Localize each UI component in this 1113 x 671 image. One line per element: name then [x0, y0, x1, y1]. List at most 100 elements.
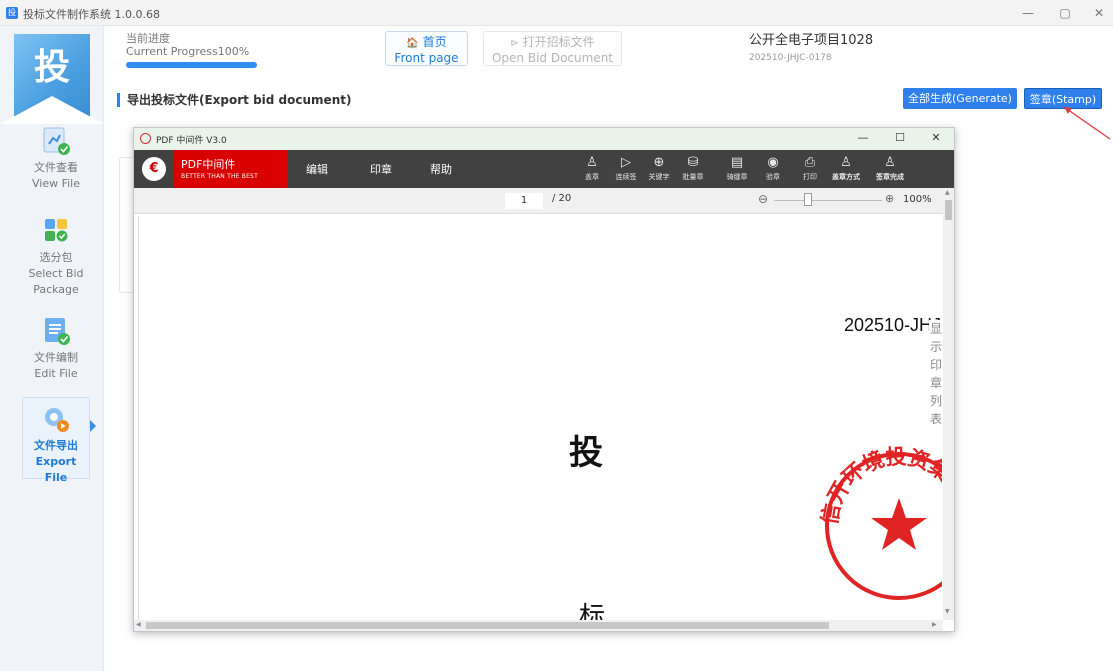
- vertical-scrollbar[interactable]: ▲ ▼: [943, 188, 954, 620]
- tool-stamp-mode[interactable]: ♙ 盖章方式: [832, 153, 860, 182]
- progress-label-en: Current Progress100%: [126, 45, 250, 58]
- tool-label: 盖章: [585, 173, 599, 181]
- pdf-brand-name: PDF中间件: [181, 158, 236, 171]
- zoom-slider-track[interactable]: [774, 200, 882, 201]
- menu-help[interactable]: 帮助: [430, 161, 452, 177]
- document-view-icon: [41, 126, 71, 156]
- seam-stamp-icon: ▤: [730, 155, 744, 170]
- pdf-titlebar: PDF 中间件 V3.0 — ☐ ✕: [134, 128, 954, 150]
- tool-label: 验章: [766, 173, 780, 181]
- nav-label-cn: 选分包: [39, 251, 73, 264]
- vertical-scroll-thumb[interactable]: [945, 200, 952, 220]
- page-total: / 20: [552, 193, 572, 204]
- document-title-char-2: 标: [579, 602, 606, 620]
- open-bid-label-cn: 打开招标文件: [522, 35, 595, 49]
- pdf-pager-bar: 1 / 20 ⊖ ⊕ 100%: [134, 188, 954, 214]
- pdf-window: PDF 中间件 V3.0 — ☐ ✕ € PDF中间件 BETTER THAN …: [133, 127, 955, 632]
- section-title: 导出投标文件(Export bid document): [117, 93, 351, 107]
- sidebar-item-export-file[interactable]: 文件导出 Export File: [22, 397, 96, 484]
- horizontal-scrollbar[interactable]: ◀ ▶: [134, 620, 943, 631]
- finish-stamp-icon: ♙: [884, 155, 896, 170]
- tool-keyword[interactable]: ⊕ 关键字: [647, 153, 671, 182]
- folder-icon: ⊳: [510, 38, 519, 49]
- stamp-person-icon: ♙: [586, 155, 598, 170]
- seal-text: 信开环境投资集团有: [819, 446, 942, 527]
- tool-finish-stamp[interactable]: ♙ 签章完成: [876, 153, 904, 182]
- app-icon: 投: [6, 7, 18, 19]
- home-icon: 🏠: [406, 38, 419, 49]
- progress-fill: [126, 62, 257, 68]
- pdf-close-icon[interactable]: ✕: [929, 131, 943, 144]
- open-bid-document-button[interactable]: ⊳ 打开招标文件 Open Bid Document: [483, 31, 622, 66]
- close-icon[interactable]: ✕: [1091, 6, 1107, 20]
- logo-char: 投: [33, 46, 70, 88]
- gear-export-icon: [41, 404, 71, 434]
- edit-file-icon: [41, 316, 71, 346]
- annotation-arrow-icon: [1063, 106, 1111, 140]
- sidebar-item-select-package[interactable]: 选分包 Select Bid Package: [22, 216, 90, 298]
- menu-edit[interactable]: 编辑: [306, 161, 328, 177]
- document-title-char: 投: [569, 433, 603, 473]
- tool-label: 骑缝章: [726, 173, 748, 181]
- sidebar-item-edit-file[interactable]: 文件编制 Edit File: [22, 316, 90, 382]
- nav-label-en: View File: [31, 177, 80, 190]
- zoom-out-icon[interactable]: ⊖: [758, 192, 768, 206]
- open-bid-label-en: Open Bid Document: [491, 51, 614, 65]
- window-title: 投标文件制作系统 1.0.0.68: [23, 8, 160, 21]
- generate-all-button[interactable]: 全部生成(Generate): [903, 88, 1017, 109]
- pdf-page-viewport[interactable]: 202510-JHJ 显示印章列表 投 标 信开环境投资集团有: [138, 216, 942, 620]
- tool-label: 批量章: [682, 173, 704, 181]
- tool-label: 打印: [803, 173, 817, 181]
- stamp-mode-icon: ♙: [840, 155, 852, 170]
- minimize-icon[interactable]: —: [1020, 6, 1036, 20]
- tool-batch-stamp[interactable]: ⛁ 批量章: [681, 153, 705, 182]
- pdf-logo-icon: €: [142, 157, 166, 181]
- package-grid-icon: [41, 216, 71, 246]
- project-info: 公开全电子项目1028 202510-JHJC-0178: [749, 33, 873, 65]
- front-page-button[interactable]: 🏠 首页 Front page: [385, 31, 468, 66]
- pdf-app-icon: [140, 133, 151, 144]
- restore-icon[interactable]: ▢: [1057, 6, 1073, 20]
- tool-print[interactable]: ⎙ 打印: [798, 153, 822, 182]
- show-stamp-list-tab[interactable]: 显示印章列表: [929, 320, 942, 428]
- document-code: 202510-JHJ: [844, 315, 942, 335]
- project-name: 公开全电子项目1028: [749, 33, 874, 48]
- zoom-in-icon[interactable]: ⊕: [885, 192, 894, 205]
- tool-label: 盖章方式: [832, 173, 860, 181]
- nav-label-cn: 文件导出: [34, 439, 78, 452]
- crosshair-icon: ⊕: [653, 155, 665, 170]
- zoom-level: 100%: [903, 194, 932, 205]
- tool-label: 关键字: [648, 173, 670, 181]
- nav-label-cn: 文件查看: [34, 161, 78, 174]
- front-page-label-en: Front page: [394, 51, 459, 65]
- progress-bar: [126, 62, 257, 68]
- page-number-input[interactable]: 1: [505, 193, 543, 209]
- tool-stamp[interactable]: ♙ 盖章: [580, 153, 604, 182]
- svg-text:信开环境投资集团有: 信开环境投资集团有: [819, 446, 942, 527]
- tool-continuous-sign[interactable]: ▷ 连续签: [614, 153, 638, 182]
- pdf-maximize-icon[interactable]: ☐: [893, 131, 907, 144]
- project-code: 202510-JHJC-0178: [749, 53, 832, 63]
- verify-icon: ◉: [767, 155, 779, 170]
- play-icon: ▷: [621, 155, 631, 170]
- active-indicator-icon: [90, 420, 96, 432]
- sidebar: 投 文件查看 View File 选分包 Select Bid Package: [0, 26, 104, 671]
- window-titlebar: 投 投标文件制作系统 1.0.0.68 — ▢ ✕: [0, 0, 1113, 26]
- nav-label-cn: 文件编制: [34, 351, 78, 364]
- tool-label: 签章完成: [876, 173, 904, 181]
- progress-block: 当前进度 Current Progress100%: [126, 32, 257, 68]
- tool-seam-stamp[interactable]: ▤ 骑缝章: [725, 153, 749, 182]
- front-page-label-cn: 首页: [422, 35, 447, 49]
- batch-stamp-icon: ⛁: [687, 155, 699, 170]
- menu-stamp[interactable]: 印章: [370, 161, 392, 177]
- pdf-title: PDF 中间件 V3.0: [156, 136, 227, 146]
- pdf-brand-sub: BETTER THAN THE BEST: [181, 173, 258, 180]
- pdf-brand: PDF中间件 BETTER THAN THE BEST: [174, 150, 287, 188]
- tool-label: 连续签: [615, 173, 637, 181]
- tool-verify[interactable]: ◉ 验章: [761, 153, 785, 182]
- zoom-slider-handle[interactable]: [804, 193, 812, 206]
- pdf-minimize-icon[interactable]: —: [856, 131, 870, 144]
- sidebar-item-view-file[interactable]: 文件查看 View File: [22, 126, 90, 192]
- horizontal-scroll-thumb[interactable]: [146, 622, 829, 629]
- app-logo: 投: [0, 34, 104, 124]
